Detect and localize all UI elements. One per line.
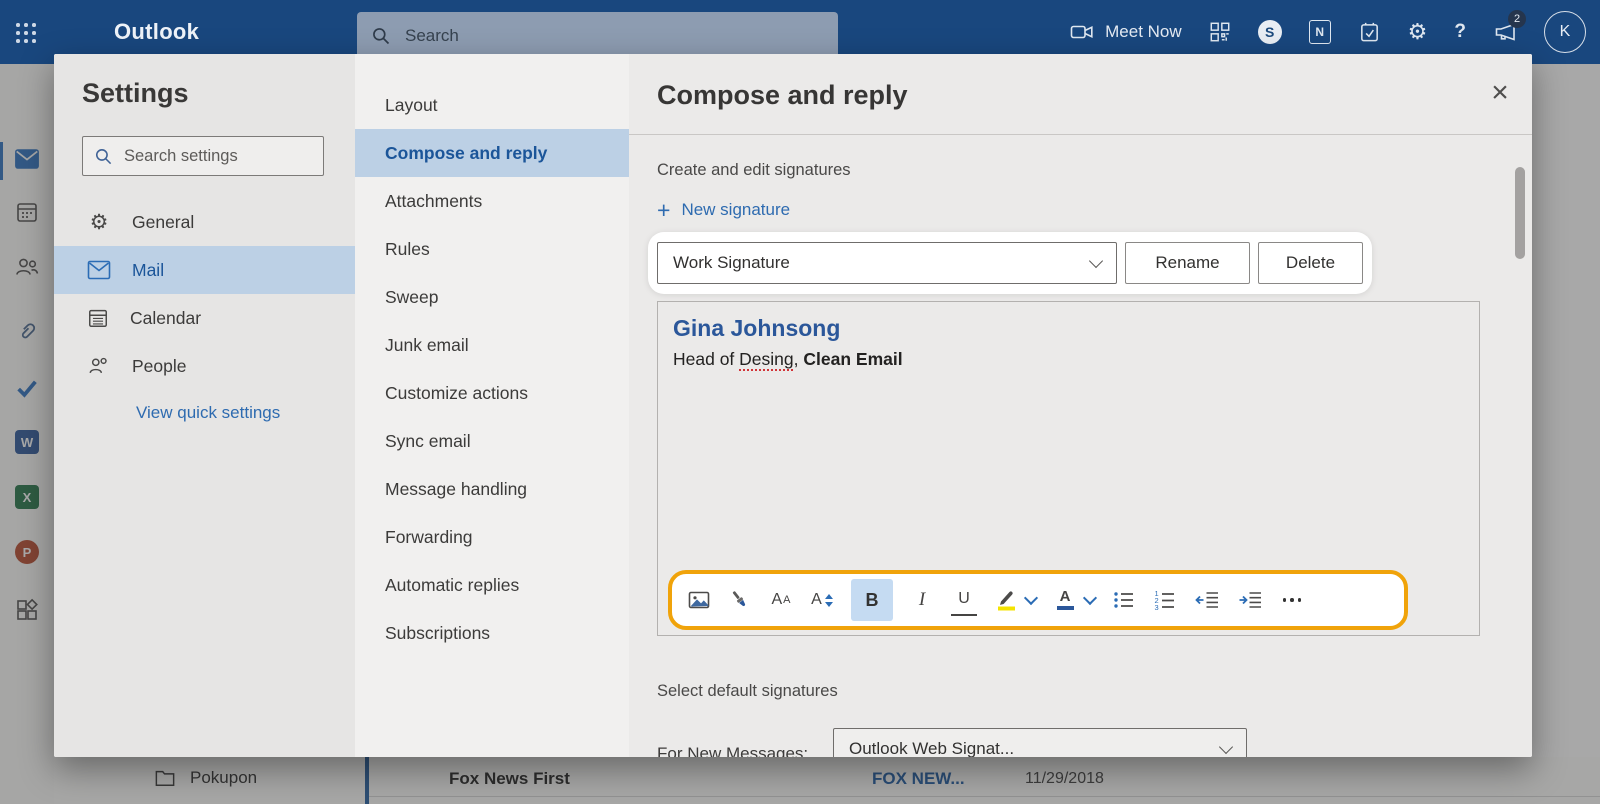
nav-item-sweep[interactable]: Sweep — [355, 273, 629, 321]
account-avatar[interactable]: K — [1544, 11, 1586, 53]
calendar-icon — [87, 307, 109, 329]
header-divider — [629, 134, 1532, 135]
increase-indent-button[interactable] — [1237, 586, 1263, 614]
search-icon — [94, 147, 113, 166]
settings-title: Settings — [82, 78, 189, 108]
settings-sidebar: Settings ⚙ General Mail — [54, 54, 355, 757]
help-icon[interactable]: ? — [1454, 21, 1466, 43]
defaults-section-label: Select default signatures — [657, 682, 838, 700]
global-search-box[interactable] — [357, 12, 838, 60]
qr-code-icon[interactable] — [1209, 21, 1231, 43]
font-name-icon[interactable]: AA — [769, 586, 793, 614]
plus-icon: + — [657, 197, 671, 223]
text-highlight-button[interactable] — [994, 586, 1018, 614]
highlight-dropdown-chevron-icon[interactable] — [1023, 590, 1039, 606]
nav-item-compose-and-reply[interactable]: Compose and reply — [355, 129, 629, 177]
settings-gear-icon[interactable]: ⚙ — [1408, 21, 1428, 43]
nav-item-subscriptions[interactable]: Subscriptions — [355, 609, 629, 657]
font-color-button[interactable]: A — [1053, 586, 1077, 614]
nav-item-automatic-replies[interactable]: Automatic replies — [355, 561, 629, 609]
underline-button[interactable]: U — [951, 585, 977, 616]
nav-item-layout[interactable]: Layout — [355, 81, 629, 129]
nav-item-customize-actions[interactable]: Customize actions — [355, 369, 629, 417]
font-size-icon[interactable]: A — [810, 586, 834, 614]
gear-icon: ⚙ — [89, 210, 109, 234]
default-signature-row-label: For New Messages: — [657, 744, 809, 757]
italic-button[interactable]: I — [910, 586, 934, 614]
nav-item-rules[interactable]: Rules — [355, 225, 629, 273]
signature-name-dropdown[interactable]: Work Signature — [657, 242, 1117, 284]
settings-category-general[interactable]: ⚙ General — [54, 198, 355, 246]
signature-role-text: Head of Desing, Clean Email — [673, 349, 903, 369]
compose-and-reply-panel: Compose and reply × Create and edit sign… — [629, 54, 1532, 757]
mail-settings-nav: Layout Compose and reply Attachments Rul… — [355, 54, 629, 757]
settings-category-people[interactable]: People — [54, 342, 355, 390]
people-icon — [87, 355, 111, 377]
view-quick-settings-link[interactable]: View quick settings — [136, 403, 280, 423]
insert-image-icon[interactable] — [687, 586, 711, 614]
video-camera-icon — [1069, 20, 1095, 44]
search-icon — [371, 26, 391, 46]
more-formatting-button[interactable] — [1280, 586, 1304, 614]
app-launcher-icon[interactable] — [16, 23, 36, 43]
panel-scrollbar[interactable] — [1515, 167, 1525, 259]
close-icon[interactable]: × — [1484, 78, 1516, 110]
nav-item-message-handling[interactable]: Message handling — [355, 465, 629, 513]
envelope-icon — [87, 260, 111, 280]
decrease-indent-button[interactable] — [1194, 586, 1220, 614]
signature-name-text: Gina Johnsong — [673, 315, 841, 341]
formatting-toolbar: AA A B I U A 1 2 3 — [668, 570, 1408, 630]
settings-category-mail[interactable]: Mail — [54, 246, 355, 294]
skype-icon[interactable]: S — [1257, 20, 1282, 44]
default-signature-dropdown[interactable]: Outlook Web Signat... — [833, 728, 1247, 757]
nav-item-attachments[interactable]: Attachments — [355, 177, 629, 225]
bulleted-list-button[interactable] — [1112, 586, 1136, 614]
nav-item-sync-email[interactable]: Sync email — [355, 417, 629, 465]
format-painter-icon[interactable] — [728, 586, 752, 614]
panel-title: Compose and reply — [657, 80, 908, 110]
meet-now-button[interactable]: Meet Now — [1069, 20, 1182, 44]
chevron-down-icon — [1218, 739, 1234, 754]
font-color-dropdown-chevron-icon[interactable] — [1082, 590, 1098, 606]
misspelled-word: Desing — [739, 349, 794, 369]
settings-category-calendar[interactable]: Calendar — [54, 294, 355, 342]
nav-item-junk-email[interactable]: Junk email — [355, 321, 629, 369]
whats-new-megaphone-icon[interactable]: 2 — [1493, 10, 1526, 44]
notification-badge: 2 — [1508, 10, 1526, 28]
delete-button[interactable]: Delete — [1258, 242, 1363, 284]
numbered-list-button[interactable]: 1 2 3 — [1153, 586, 1177, 614]
settings-search-box[interactable] — [82, 136, 324, 176]
signatures-section-label: Create and edit signatures — [657, 161, 851, 179]
todo-tasks-icon[interactable] — [1358, 21, 1381, 44]
search-input[interactable] — [403, 25, 824, 47]
svg-text:3: 3 — [1155, 603, 1159, 612]
chevron-down-icon — [1088, 253, 1104, 268]
settings-search-input[interactable] — [122, 145, 312, 167]
bold-button[interactable]: B — [851, 579, 893, 621]
settings-dialog: Settings ⚙ General Mail — [54, 54, 1532, 757]
onenote-icon[interactable]: N — [1308, 20, 1331, 44]
nav-item-forwarding[interactable]: Forwarding — [355, 513, 629, 561]
meet-now-label: Meet Now — [1105, 22, 1182, 41]
rename-button[interactable]: Rename — [1125, 242, 1250, 284]
new-signature-button[interactable]: + New signature — [657, 197, 790, 223]
